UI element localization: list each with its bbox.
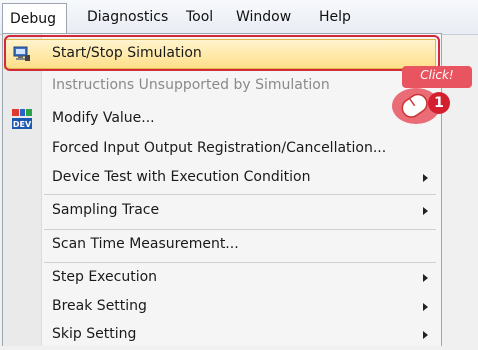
forced-io-label: Forced Input Output Registration/Cancell… — [52, 140, 387, 156]
menu-item-sampling-trace[interactable]: Sampling Trace — [2, 196, 440, 226]
menu-item-modify-value[interactable]: Modify Value... — [2, 104, 440, 134]
menu-window[interactable]: Window — [236, 9, 291, 25]
skip-setting-label: Skip Setting — [52, 326, 137, 342]
scan-time-label: Scan Time Measurement... — [52, 236, 239, 252]
menu-help[interactable]: Help — [319, 9, 351, 25]
menu-debug[interactable]: Debug — [2, 3, 68, 35]
menu-item-forced-io[interactable]: Forced Input Output Registration/Cancell… — [2, 134, 440, 164]
modify-value-label: Modify Value... — [52, 110, 155, 126]
menu-item-step-execution[interactable]: Step Execution — [2, 263, 440, 293]
menu-item-scan-time[interactable]: Scan Time Measurement... — [2, 230, 440, 260]
annotation-highlight-frame — [4, 35, 440, 71]
menu-separator — [44, 194, 436, 195]
submenu-arrow-icon — [423, 174, 428, 182]
menu-item-device-test[interactable]: Device Test with Execution Condition — [2, 163, 440, 193]
step-number-badge: 1 — [428, 92, 450, 114]
break-setting-label: Break Setting — [52, 298, 147, 314]
submenu-arrow-icon — [423, 331, 428, 339]
menu-item-instructions-unsupported: Instructions Unsupported by Simulation — [2, 71, 440, 101]
menu-bar: Debug Diagnostics Tool Window Help — [0, 0, 478, 35]
menu-item-break-setting[interactable]: Break Setting — [2, 292, 440, 322]
submenu-arrow-icon — [423, 274, 428, 282]
menu-tool[interactable]: Tool — [186, 9, 213, 25]
device-test-label: Device Test with Execution Condition — [52, 169, 311, 185]
submenu-arrow-icon — [423, 303, 428, 311]
step-execution-label: Step Execution — [52, 269, 158, 285]
menu-item-skip-setting[interactable]: Skip Setting — [2, 320, 440, 350]
sampling-trace-label: Sampling Trace — [52, 202, 160, 218]
submenu-arrow-icon — [423, 207, 428, 215]
instructions-unsupported-label: Instructions Unsupported by Simulation — [52, 77, 330, 93]
click-callout: Click! 1 — [384, 62, 474, 132]
menu-diagnostics[interactable]: Diagnostics — [87, 9, 168, 25]
